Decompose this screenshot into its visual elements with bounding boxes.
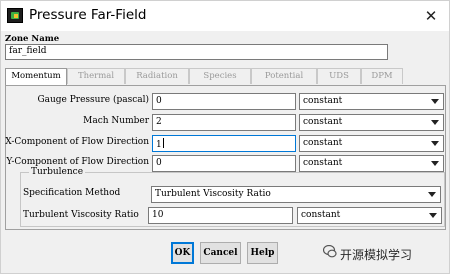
fluent-app-icon (7, 8, 23, 23)
cancel-button[interactable]: Cancel (200, 242, 241, 264)
y-flow-method-select[interactable]: constant (299, 155, 444, 172)
x-flow-label: X-Component of Flow Direction (5, 137, 149, 147)
x-flow-input[interactable]: 1 (152, 135, 296, 152)
chevron-down-icon (431, 141, 439, 146)
gauge-pressure-label: Gauge Pressure (pascal) (37, 95, 149, 105)
gauge-pressure-input[interactable]: 0 (152, 93, 296, 110)
turbulence-group-title: Turbulence (29, 167, 86, 177)
tab-potential[interactable]: Potential (251, 68, 317, 84)
ok-button[interactable]: OK (171, 242, 194, 264)
tab-species[interactable]: Species (189, 68, 251, 84)
x-flow-method-select[interactable]: constant (299, 135, 444, 152)
chevron-down-icon (428, 192, 436, 197)
viscosity-ratio-method-select[interactable]: constant (297, 207, 442, 224)
title-bar: Pressure Far-Field ✕ (0, 0, 450, 31)
text-caret (162, 138, 164, 148)
tab-uds[interactable]: UDS (317, 68, 361, 84)
tab-dpm[interactable]: DPM (361, 68, 403, 84)
spec-method-label: Specification Method (23, 188, 121, 198)
spec-method-value: Turbulent Viscosity Ratio (155, 189, 271, 199)
x-flow-method-value: constant (303, 138, 343, 148)
wechat-icon (323, 245, 337, 258)
chevron-down-icon (429, 213, 437, 218)
tab-momentum[interactable]: Momentum (5, 68, 67, 85)
turbulence-group: Turbulence Specification Method Turbulen… (20, 167, 445, 227)
zone-name-label: Zone Name (5, 34, 60, 44)
help-button[interactable]: Help (247, 242, 278, 264)
x-flow-value: 1 (156, 140, 162, 150)
viscosity-ratio-input[interactable]: 10 (148, 207, 293, 224)
viscosity-ratio-label: Turbulent Viscosity Ratio (23, 210, 139, 220)
gauge-pressure-method-value: constant (303, 96, 343, 106)
momentum-panel: Gauge Pressure (pascal) 0 constant Mach … (5, 85, 446, 230)
mach-number-method-select[interactable]: constant (299, 114, 444, 131)
tab-radiation[interactable]: Radiation (125, 68, 189, 84)
watermark-text: 开源模拟学习 (340, 248, 413, 262)
y-flow-method-value: constant (303, 158, 343, 168)
spec-method-select[interactable]: Turbulent Viscosity Ratio (151, 186, 441, 203)
y-flow-label: Y-Component of Flow Direction (6, 157, 149, 167)
chevron-down-icon (431, 99, 439, 104)
window-title: Pressure Far-Field (29, 7, 147, 23)
dialog-body: Zone Name far_field Momentum Thermal Rad… (0, 31, 450, 274)
mach-number-method-value: constant (303, 117, 343, 127)
zone-name-input[interactable]: far_field (5, 44, 388, 60)
viscosity-ratio-method-value: constant (301, 210, 341, 220)
gauge-pressure-method-select[interactable]: constant (299, 93, 444, 110)
mach-number-input[interactable]: 2 (152, 114, 296, 131)
close-icon[interactable]: ✕ (423, 8, 439, 24)
chevron-down-icon (431, 120, 439, 125)
mach-number-label: Mach Number (83, 116, 149, 126)
y-flow-input[interactable]: 0 (152, 155, 296, 172)
chevron-down-icon (431, 161, 439, 166)
tab-thermal[interactable]: Thermal (67, 68, 125, 84)
